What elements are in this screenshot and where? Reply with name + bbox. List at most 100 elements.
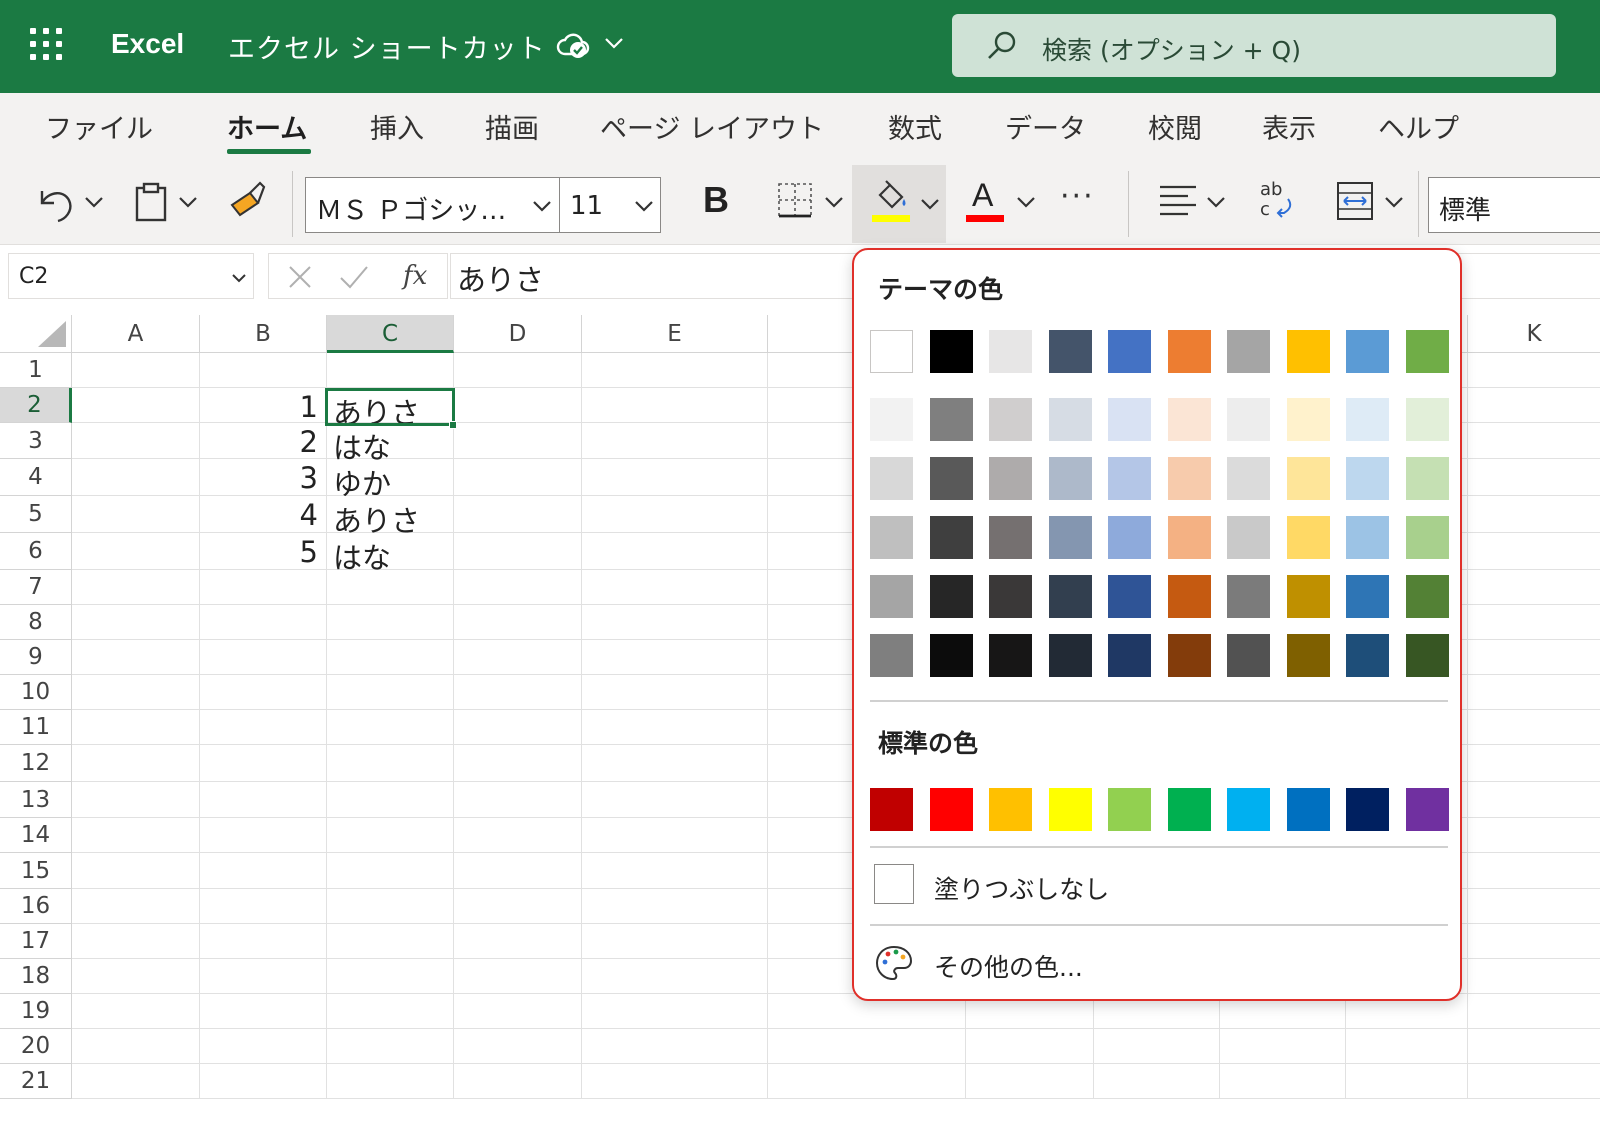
- tab-insert[interactable]: 挿入: [370, 107, 424, 146]
- theme-color-swatch[interactable]: [930, 634, 973, 677]
- standard-color-swatch[interactable]: [1287, 788, 1330, 831]
- cell-c4[interactable]: ゆか: [333, 461, 391, 503]
- theme-color-swatch[interactable]: [1049, 516, 1092, 559]
- column-header-d[interactable]: D: [454, 315, 582, 353]
- theme-color-swatch[interactable]: [989, 575, 1032, 618]
- paste-chevron-down-icon[interactable]: [178, 195, 198, 209]
- row-header-17[interactable]: 17: [0, 924, 72, 959]
- theme-color-swatch[interactable]: [1406, 330, 1449, 373]
- theme-color-swatch[interactable]: [1406, 575, 1449, 618]
- cell-b3[interactable]: 2: [268, 425, 318, 459]
- number-format-select[interactable]: 標準: [1428, 177, 1600, 233]
- row-header-16[interactable]: 16: [0, 889, 72, 924]
- theme-color-swatch[interactable]: [1108, 398, 1151, 441]
- row-header-1[interactable]: 1: [0, 353, 72, 388]
- search-box[interactable]: 検索 (オプション + Q): [952, 14, 1556, 77]
- theme-color-swatch[interactable]: [1168, 398, 1211, 441]
- theme-color-swatch[interactable]: [1287, 330, 1330, 373]
- theme-color-swatch[interactable]: [930, 330, 973, 373]
- tab-review[interactable]: 校閲: [1148, 107, 1202, 146]
- row-header-21[interactable]: 21: [0, 1064, 72, 1099]
- theme-color-swatch[interactable]: [1346, 634, 1389, 677]
- standard-color-swatch[interactable]: [870, 788, 913, 831]
- theme-color-swatch[interactable]: [870, 398, 913, 441]
- tab-help[interactable]: ヘルプ: [1378, 107, 1459, 146]
- row-header-4[interactable]: 4: [0, 459, 72, 496]
- cell-b6[interactable]: 5: [268, 535, 318, 569]
- theme-color-swatch[interactable]: [1346, 575, 1389, 618]
- borders-chevron-down-icon[interactable]: [824, 195, 844, 209]
- enter-check-icon[interactable]: [339, 264, 369, 290]
- more-options-button[interactable]: ···: [1060, 179, 1095, 214]
- theme-color-swatch[interactable]: [930, 457, 973, 500]
- align-chevron-down-icon[interactable]: [1206, 195, 1226, 209]
- row-header-9[interactable]: 9: [0, 640, 72, 675]
- theme-color-swatch[interactable]: [870, 516, 913, 559]
- row-header-11[interactable]: 11: [0, 710, 72, 745]
- theme-color-swatch[interactable]: [1168, 516, 1211, 559]
- theme-color-swatch[interactable]: [1049, 398, 1092, 441]
- fill-handle[interactable]: [449, 421, 457, 429]
- theme-color-swatch[interactable]: [1049, 330, 1092, 373]
- theme-color-swatch[interactable]: [1227, 634, 1270, 677]
- borders-icon[interactable]: [776, 181, 814, 219]
- row-header-7[interactable]: 7: [0, 570, 72, 605]
- font-color-button[interactable]: A: [972, 177, 993, 214]
- align-icon[interactable]: [1158, 181, 1198, 221]
- name-box[interactable]: C2: [8, 253, 254, 299]
- theme-color-swatch[interactable]: [930, 398, 973, 441]
- theme-color-swatch[interactable]: [1287, 575, 1330, 618]
- column-header-b[interactable]: B: [200, 315, 327, 353]
- font-color-chevron-down-icon[interactable]: [1016, 195, 1036, 209]
- row-header-12[interactable]: 12: [0, 745, 72, 782]
- theme-color-swatch[interactable]: [1049, 575, 1092, 618]
- theme-color-swatch[interactable]: [1406, 516, 1449, 559]
- standard-color-swatch[interactable]: [930, 788, 973, 831]
- theme-color-swatch[interactable]: [1168, 457, 1211, 500]
- theme-color-swatch[interactable]: [1406, 634, 1449, 677]
- row-header-15[interactable]: 15: [0, 853, 72, 889]
- theme-color-swatch[interactable]: [1227, 516, 1270, 559]
- undo-chevron-down-icon[interactable]: [84, 195, 104, 209]
- cell-b4[interactable]: 3: [268, 461, 318, 495]
- row-header-2[interactable]: 2: [0, 388, 72, 423]
- theme-color-swatch[interactable]: [1406, 398, 1449, 441]
- title-chevron-down-icon[interactable]: [604, 36, 624, 50]
- theme-color-swatch[interactable]: [1287, 457, 1330, 500]
- cancel-icon[interactable]: [287, 264, 313, 290]
- row-header-5[interactable]: 5: [0, 496, 72, 533]
- theme-color-swatch[interactable]: [1227, 330, 1270, 373]
- format-painter-icon[interactable]: [228, 179, 268, 219]
- row-header-18[interactable]: 18: [0, 959, 72, 994]
- theme-color-swatch[interactable]: [989, 634, 1032, 677]
- theme-color-swatch[interactable]: [1346, 516, 1389, 559]
- standard-color-swatch[interactable]: [1406, 788, 1449, 831]
- column-header-a[interactable]: A: [72, 315, 200, 353]
- cloud-saved-icon[interactable]: [556, 30, 590, 60]
- theme-color-swatch[interactable]: [1168, 634, 1211, 677]
- row-header-14[interactable]: 14: [0, 818, 72, 853]
- theme-color-swatch[interactable]: [1108, 330, 1151, 373]
- wrap-text-icon[interactable]: ab c: [1258, 177, 1298, 223]
- tab-file[interactable]: ファイル: [45, 107, 153, 146]
- app-name[interactable]: Excel: [111, 28, 184, 60]
- cell-c6[interactable]: はな: [333, 535, 391, 577]
- theme-color-swatch[interactable]: [989, 398, 1032, 441]
- column-header-e[interactable]: E: [582, 315, 768, 353]
- merge-cells-icon[interactable]: [1336, 181, 1374, 221]
- theme-color-swatch[interactable]: [989, 330, 1032, 373]
- theme-color-swatch[interactable]: [1287, 516, 1330, 559]
- standard-color-swatch[interactable]: [1227, 788, 1270, 831]
- row-header-3[interactable]: 3: [0, 423, 72, 459]
- theme-color-swatch[interactable]: [1049, 634, 1092, 677]
- undo-icon[interactable]: [36, 181, 76, 223]
- bold-button[interactable]: B: [703, 179, 729, 221]
- app-launcher-icon[interactable]: [30, 28, 62, 60]
- theme-color-swatch[interactable]: [870, 330, 913, 373]
- cell-b5[interactable]: 4: [268, 498, 318, 532]
- theme-color-swatch[interactable]: [1108, 516, 1151, 559]
- clipboard-icon[interactable]: [134, 181, 168, 223]
- theme-color-swatch[interactable]: [1168, 575, 1211, 618]
- tab-formulas[interactable]: 数式: [888, 107, 942, 146]
- tab-draw[interactable]: 描画: [485, 107, 539, 146]
